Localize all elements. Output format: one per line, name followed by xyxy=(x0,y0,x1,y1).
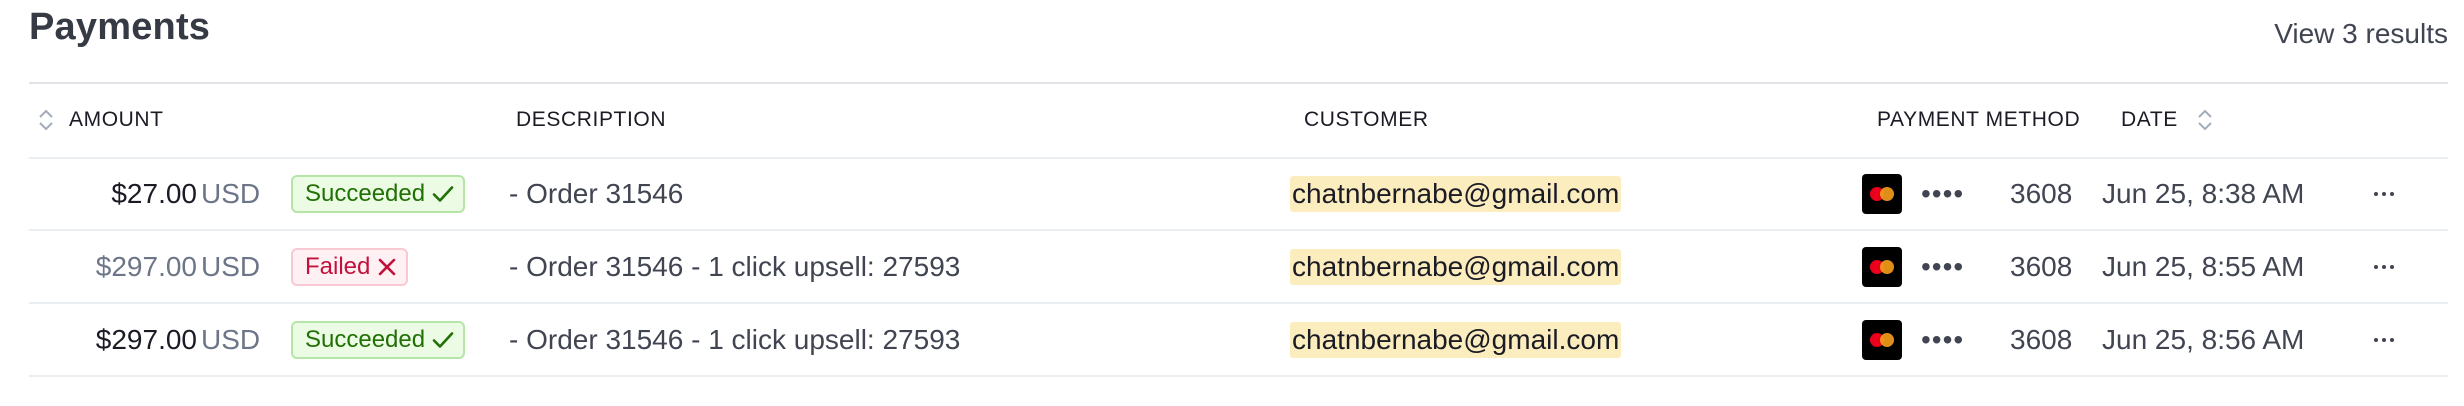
payments-panel: Payments View 3 results AMOUNT DESCRIPTI… xyxy=(29,0,2448,406)
more-actions-icon[interactable] xyxy=(2369,325,2399,355)
table-row[interactable]: $297.00 USD Failed - Order 31546 - 1 cli… xyxy=(29,231,2448,304)
currency: USD xyxy=(201,177,261,209)
checkmark-icon xyxy=(432,185,454,202)
mastercard-icon xyxy=(1862,246,1902,287)
status-label: Failed xyxy=(305,252,371,280)
currency: USD xyxy=(201,250,261,282)
amount: $297.00 xyxy=(95,323,197,355)
page-title: Payments xyxy=(29,6,211,48)
close-icon xyxy=(379,258,396,275)
payments-header: Payments View 3 results xyxy=(29,0,2448,84)
card-mask: •••• xyxy=(1921,323,1965,355)
column-header-date[interactable]: DATE xyxy=(2121,108,2178,132)
mastercard-icon xyxy=(1862,173,1902,214)
more-actions-icon[interactable] xyxy=(2369,179,2399,209)
payment-date: Jun 25, 8:38 AM xyxy=(2102,177,2305,209)
payment-date: Jun 25, 8:56 AM xyxy=(2102,323,2305,355)
status-badge: Succeeded xyxy=(291,320,466,359)
card-mask: •••• xyxy=(1921,250,1965,282)
card-mask: •••• xyxy=(1921,177,1965,209)
column-header-customer: CUSTOMER xyxy=(1304,108,1429,131)
description: - Order 31546 - 1 click upsell: 27593 xyxy=(509,250,961,282)
column-header-amount[interactable]: AMOUNT xyxy=(69,108,164,132)
view-results-link[interactable]: View 3 results xyxy=(2274,18,2448,50)
card-last4: 3608 xyxy=(2010,250,2073,282)
payment-date: Jun 25, 8:55 AM xyxy=(2102,250,2305,282)
card-last4: 3608 xyxy=(2010,177,2073,209)
mastercard-icon xyxy=(1862,319,1902,360)
checkmark-icon xyxy=(432,331,454,348)
column-header-payment-method: PAYMENT METHOD xyxy=(1877,108,2081,131)
status-label: Succeeded xyxy=(305,325,426,353)
customer-email[interactable]: chatnbernabe@gmail.com xyxy=(1290,321,1622,358)
more-actions-icon[interactable] xyxy=(2369,252,2399,282)
currency: USD xyxy=(201,323,261,355)
description: - Order 31546 xyxy=(509,177,684,209)
customer-email[interactable]: chatnbernabe@gmail.com xyxy=(1290,248,1622,285)
table-header: AMOUNT DESCRIPTION CUSTOMER PAYMENT METH… xyxy=(29,84,2448,159)
column-header-description: DESCRIPTION xyxy=(516,108,667,131)
table-row[interactable]: $297.00 USD Succeeded - Order 31546 - 1 … xyxy=(29,304,2448,377)
status-badge: Succeeded xyxy=(291,174,466,213)
sort-icon[interactable] xyxy=(2195,106,2215,134)
status-label: Succeeded xyxy=(305,179,426,207)
card-last4: 3608 xyxy=(2010,323,2073,355)
status-badge: Failed xyxy=(291,247,409,286)
table-row[interactable]: $27.00 USD Succeeded - Order 31546 chatn… xyxy=(29,158,2448,231)
amount: $297.00 xyxy=(95,250,197,282)
customer-email[interactable]: chatnbernabe@gmail.com xyxy=(1290,175,1622,212)
amount: $27.00 xyxy=(111,177,197,209)
sort-icon[interactable] xyxy=(36,106,56,134)
description: - Order 31546 - 1 click upsell: 27593 xyxy=(509,323,961,355)
